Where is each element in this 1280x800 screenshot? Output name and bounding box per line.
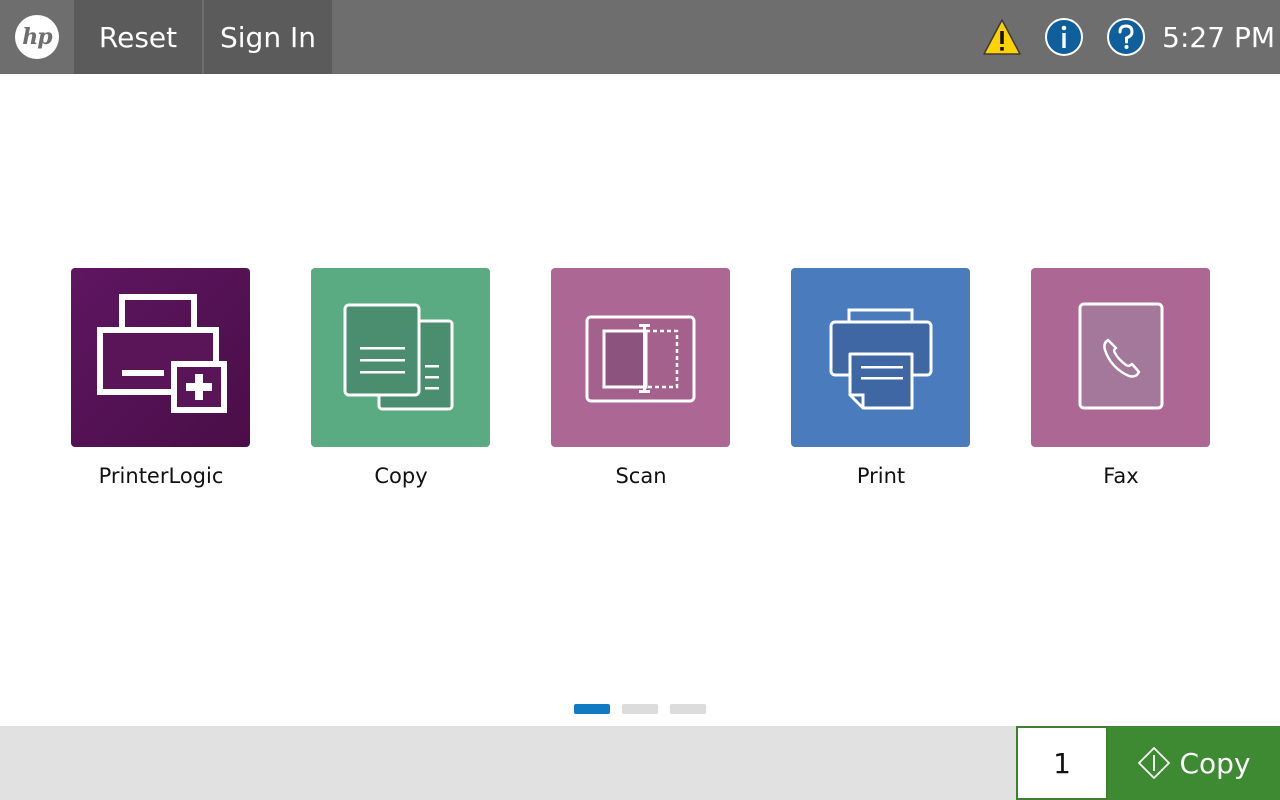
printerlogic-icon — [97, 294, 227, 413]
page-dot-active[interactable] — [574, 704, 610, 714]
page-dot[interactable] — [622, 704, 658, 714]
home-button[interactable]: hp — [0, 0, 74, 74]
page-indicator — [574, 704, 714, 714]
hp-logo-text: hp — [22, 24, 52, 50]
copy-icon — [343, 303, 454, 411]
bottom-bar: 1 Copy — [0, 726, 1280, 800]
page-dot[interactable] — [670, 704, 706, 714]
scan-icon — [585, 315, 696, 403]
printerlogic-tile[interactable] — [71, 268, 250, 447]
info-icon[interactable] — [1044, 17, 1084, 57]
app-label: PrinterLogic — [98, 464, 224, 488]
start-copy-button[interactable]: Copy — [1108, 726, 1280, 800]
app-label: Fax — [1103, 464, 1139, 488]
app-label: Copy — [374, 464, 428, 488]
print-icon — [829, 308, 933, 410]
copies-count-field[interactable]: 1 — [1016, 726, 1108, 800]
fax-icon — [1078, 302, 1164, 410]
app-fax[interactable]: Fax — [1031, 268, 1211, 488]
top-bar: hp Reset Sign In 5:27 PM — [0, 0, 1280, 74]
start-copy-label: Copy — [1179, 746, 1251, 780]
print-tile[interactable] — [791, 268, 970, 447]
app-label: Print — [856, 464, 906, 488]
sign-in-button[interactable]: Sign In — [204, 0, 332, 74]
clock: 5:27 PM — [1162, 20, 1275, 54]
app-copy[interactable]: Copy — [311, 268, 491, 488]
help-icon[interactable] — [1106, 17, 1146, 57]
scan-tile[interactable] — [551, 268, 730, 447]
copy-tile[interactable] — [311, 268, 490, 447]
app-printerlogic[interactable]: PrinterLogic — [71, 268, 251, 488]
hp-logo-icon: hp — [15, 15, 59, 59]
warning-icon[interactable] — [982, 17, 1022, 57]
app-label: Scan — [615, 464, 667, 488]
start-icon — [1138, 747, 1171, 779]
fax-tile[interactable] — [1031, 268, 1210, 447]
app-scan[interactable]: Scan — [551, 268, 731, 488]
app-print[interactable]: Print — [791, 268, 971, 488]
reset-button[interactable]: Reset — [74, 0, 202, 74]
